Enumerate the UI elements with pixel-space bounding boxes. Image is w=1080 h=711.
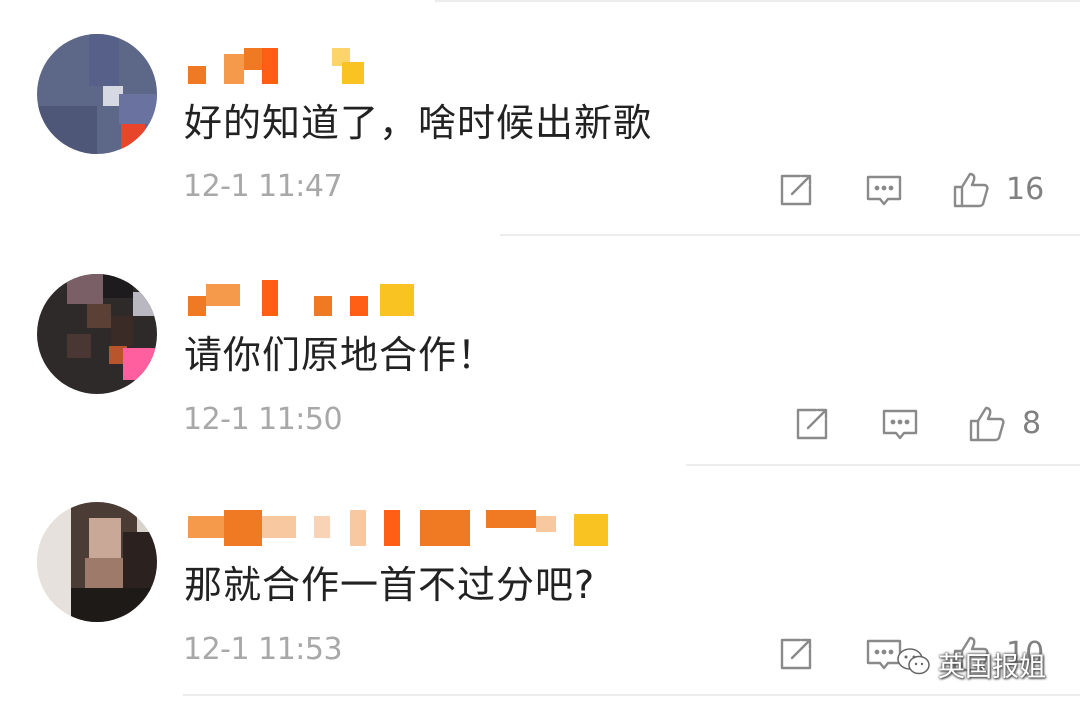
avatar[interactable] [37, 274, 157, 394]
avatar[interactable] [37, 502, 157, 622]
comment-icon[interactable] [864, 170, 904, 210]
username-pixelated[interactable] [188, 510, 628, 548]
watermark: 英国报姐 [896, 644, 1046, 684]
comment-time: 12-1 11:47 [183, 169, 343, 204]
watermark-text: 英国报姐 [938, 651, 1046, 683]
avatar[interactable] [37, 34, 157, 154]
thumbs-up-icon[interactable] [967, 404, 1007, 444]
like-count: 16 [1006, 172, 1045, 207]
share-icon[interactable] [776, 634, 816, 674]
comment-item: 好的知道了，啥时候出新歌 12-1 11:47 16 [0, 0, 1080, 230]
wechat-icon [896, 646, 932, 682]
comment-time: 12-1 11:50 [183, 402, 343, 437]
comment-text: 那就合作一首不过分吧? [184, 563, 596, 607]
comment-icon[interactable] [880, 404, 920, 444]
username-pixelated[interactable] [188, 48, 628, 86]
share-icon[interactable] [792, 404, 832, 444]
comment-item: 请你们原地合作！ 12-1 11:50 8 [0, 232, 1080, 462]
comment-text: 请你们原地合作！ [184, 333, 497, 377]
like-count: 8 [1022, 406, 1042, 441]
comment-time: 12-1 11:53 [183, 632, 343, 667]
comment-text: 好的知道了，啥时候出新歌 [184, 101, 653, 145]
username-pixelated[interactable] [188, 280, 628, 318]
thumbs-up-icon[interactable] [951, 170, 991, 210]
share-icon[interactable] [776, 170, 816, 210]
comment-divider [183, 694, 1080, 696]
